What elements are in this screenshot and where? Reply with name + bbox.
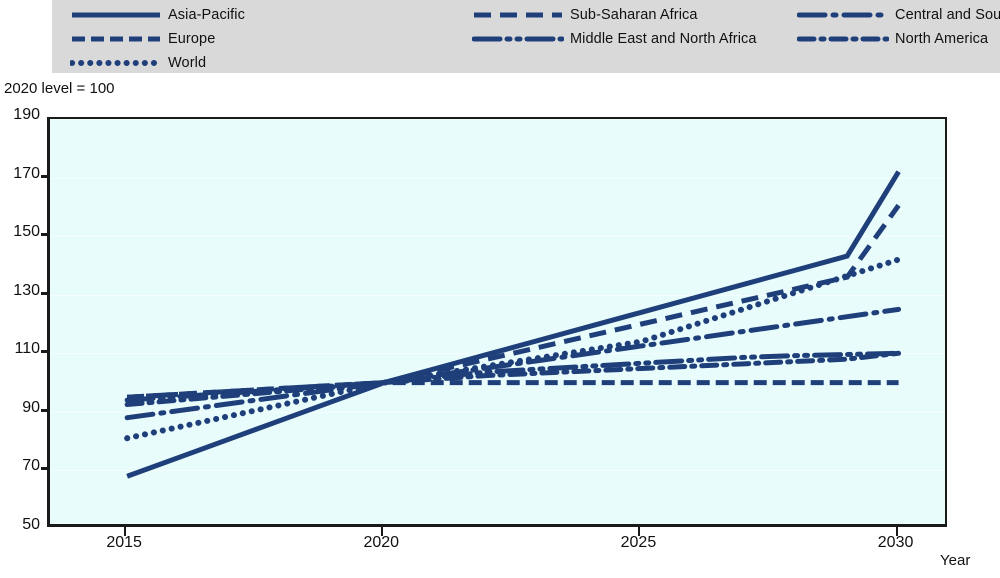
y-tick-label: 50 bbox=[22, 516, 40, 533]
legend-item-label: Europe bbox=[168, 31, 216, 47]
y-tick-label: 150 bbox=[13, 223, 40, 241]
legend-line-swatch bbox=[70, 32, 162, 46]
legend-item[interactable]: Sub-Saharan Africa bbox=[472, 4, 698, 26]
chart-figure: Asia-Pacific Sub-Saharan Africa Central an… bbox=[0, 0, 1000, 578]
legend-item-label: Sub-Saharan Africa bbox=[570, 7, 698, 23]
legend-line-swatch bbox=[797, 8, 889, 22]
legend-item[interactable]: World bbox=[70, 52, 206, 74]
x-tick-label: 2015 bbox=[106, 534, 142, 551]
legend-item[interactable]: North America bbox=[797, 28, 988, 50]
y-tick-label: 190 bbox=[13, 106, 40, 123]
legend-item-label: Central and South America bbox=[895, 7, 1000, 23]
legend-item[interactable]: Europe bbox=[70, 28, 215, 50]
y-tick-label: 130 bbox=[13, 281, 40, 299]
legend-item-label: Asia-Pacific bbox=[168, 7, 245, 23]
x-tick-label: 2025 bbox=[620, 534, 657, 551]
legend-line-swatch bbox=[70, 56, 162, 70]
x-tick-label: 2030 bbox=[877, 534, 914, 551]
legend-line-swatch bbox=[797, 32, 889, 46]
y-tick-label: 110 bbox=[14, 340, 40, 358]
legend-item[interactable]: Central and South America bbox=[797, 4, 1000, 26]
x-axis-title: Year bbox=[940, 552, 971, 569]
y-axis-title: 2020 level = 100 bbox=[4, 80, 115, 97]
y-tick-label: 170 bbox=[13, 164, 40, 182]
series-lines bbox=[124, 170, 902, 479]
y-tick-label: 70 bbox=[22, 457, 40, 475]
legend-line-swatch bbox=[472, 32, 564, 46]
x-tick-label: 2020 bbox=[363, 534, 400, 551]
plot-area bbox=[47, 117, 947, 527]
legend-line-swatch bbox=[70, 8, 162, 22]
legend-item-label: Middle East and North Africa bbox=[570, 31, 757, 47]
legend-item[interactable]: Middle East and North Africa bbox=[472, 28, 757, 50]
legend-item[interactable]: Asia-Pacific bbox=[70, 4, 245, 26]
legend-item-label: World bbox=[168, 55, 207, 71]
legend-item-label: North America bbox=[895, 31, 989, 47]
chart-legend: Asia-Pacific Sub-Saharan Africa Central an… bbox=[52, 0, 1000, 73]
y-tick-label: 90 bbox=[22, 398, 40, 416]
legend-line-swatch bbox=[472, 8, 564, 22]
